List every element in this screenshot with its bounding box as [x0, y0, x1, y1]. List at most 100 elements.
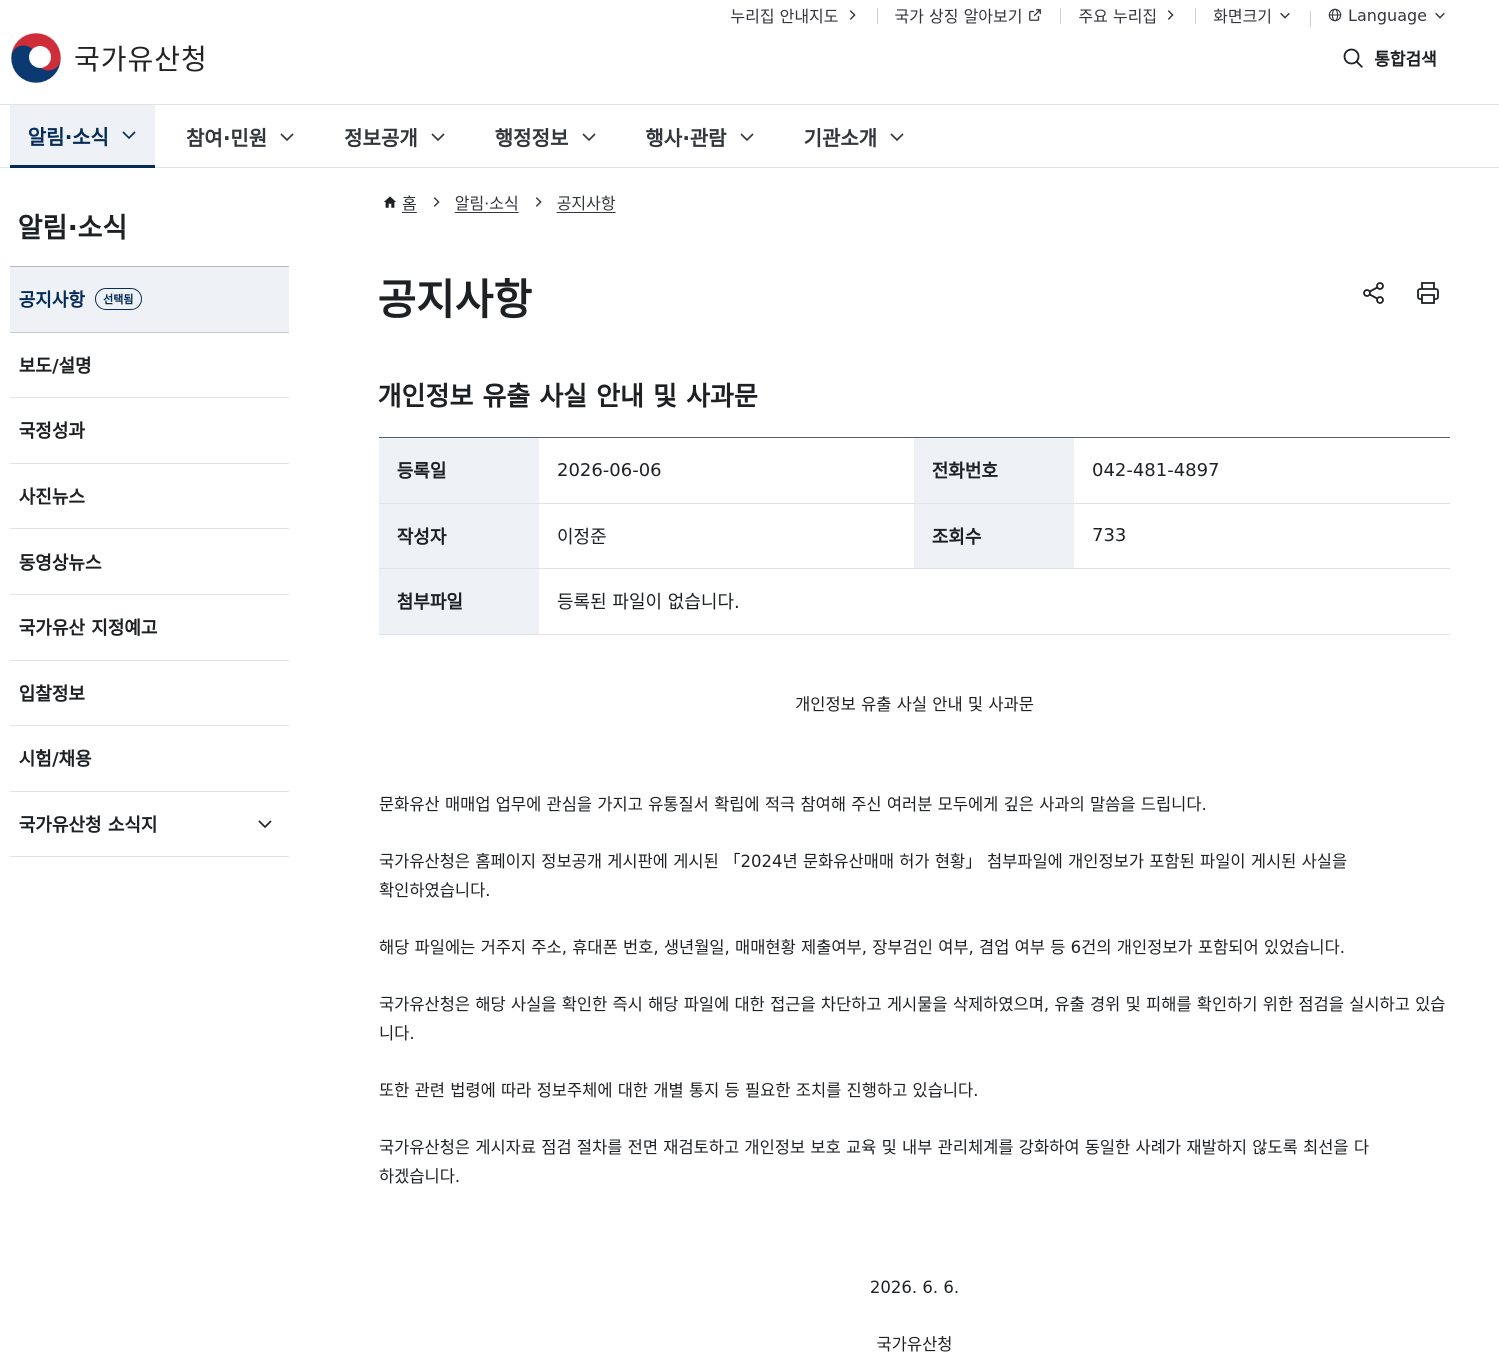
post-title: 개인정보 유출 사실 안내 및 사과문	[378, 382, 759, 412]
gnb-item-disclosure[interactable]: 정보공개	[326, 105, 464, 168]
sidebar-item-label: 국가유산 지정예고	[19, 618, 158, 640]
integrated-search-button[interactable]: 통합검색	[1342, 45, 1437, 70]
sidebar-item-label: 국가유산청 소식지	[19, 815, 158, 837]
main-sites-label: 주요 누리집	[1078, 7, 1158, 26]
content-date: 2026. 6. 6.	[869, 1278, 960, 1297]
sidebar-item-designation[interactable]: 국가유산 지정예고	[10, 595, 289, 661]
sidebar-item-newsletter[interactable]: 국가유산청 소식지	[10, 792, 289, 858]
sidebar-item-label: 보도/설명	[19, 355, 92, 377]
screen-size-dropdown[interactable]: 화면크기	[1195, 3, 1310, 27]
sidebar-item-recruitment[interactable]: 시험/채용	[10, 726, 289, 792]
guide-map-label: 누리집 안내지도	[730, 7, 839, 26]
search-icon	[1344, 48, 1364, 68]
content-paragraph: 국가유산청은 해당 사실을 확인한 즉시 해당 파일에 대한 접근을 차단하고 …	[379, 995, 1446, 1043]
main-sites-link[interactable]: 주요 누리집	[1060, 3, 1195, 27]
sidebar-item-label: 시험/채용	[19, 749, 92, 771]
globe-icon	[1328, 8, 1342, 22]
sidebar-item-photo-news[interactable]: 사진뉴스	[10, 464, 289, 530]
global-nav: 알림·소식 참여·민원 정보공개 행정정보 행사·관람 기관소개	[0, 104, 1499, 168]
gnb-label: 참여·민원	[186, 126, 268, 150]
attachment-value: 등록된 파일이 없습니다.	[557, 592, 740, 614]
chevron-down-icon	[740, 132, 754, 141]
gnb-label: 기관소개	[803, 126, 878, 150]
chevron-down-icon	[1435, 12, 1445, 19]
gnb-item-events[interactable]: 행사·관람	[628, 105, 773, 168]
author-label: 작성자	[379, 503, 539, 568]
national-symbols-link[interactable]: 국가 상징 알아보기	[876, 3, 1061, 27]
content-paragraph: 국가유산청은 홈페이지 정보공개 게시판에 게시된 「2024년 문화유산매매 …	[379, 852, 1348, 900]
sidebar-item-label: 입찰정보	[19, 683, 86, 705]
breadcrumb: 홈 알림·소식 공지사항	[383, 190, 616, 214]
chevron-right-icon	[433, 197, 440, 207]
breadcrumb-level1[interactable]: 알림·소식	[455, 190, 519, 214]
views-label: 조회수	[914, 503, 1074, 568]
sidebar-title: 알림·소식	[18, 213, 128, 244]
external-link-icon	[1029, 9, 1042, 21]
content-heading: 개인정보 유출 사실 안내 및 사과문	[795, 695, 1034, 714]
chevron-down-icon	[1280, 12, 1290, 19]
table-row: 첨부파일 등록된 파일이 없습니다.	[379, 569, 1450, 635]
share-icon[interactable]	[1361, 280, 1387, 306]
gnb-label: 정보공개	[344, 126, 419, 150]
utility-bar: 누리집 안내지도 국가 상징 알아보기 주요 누리집 화면크기 Language	[712, 0, 1447, 30]
logo-text: 국가유산청	[74, 43, 208, 76]
gnb-item-notice[interactable]: 알림·소식	[10, 105, 156, 168]
post-content: 개인정보 유출 사실 안내 및 사과문 문화유산 매매업 업무에 관심을 가지고…	[379, 690, 1450, 1358]
chevron-down-icon	[280, 132, 294, 141]
gnb-label: 행사·관람	[645, 126, 727, 150]
gnb-item-about[interactable]: 기관소개	[786, 105, 924, 168]
content-paragraph: 국가유산청은 게시자료 점검 절차를 전면 재검토하고 개인정보 보호 교육 및…	[379, 1138, 1370, 1186]
sidebar-item-bidding[interactable]: 입찰정보	[10, 661, 289, 727]
sidebar-item-label: 동영상뉴스	[19, 552, 102, 574]
date-value: 2026-06-06	[557, 459, 662, 481]
chevron-right-icon	[1167, 10, 1174, 20]
taegeuk-logo-icon	[10, 32, 62, 84]
sidebar-item-achievements[interactable]: 국정성과	[10, 398, 289, 464]
chevron-down-icon	[431, 132, 445, 141]
chevron-down-icon	[890, 132, 905, 141]
home-icon	[383, 196, 397, 208]
content-paragraph: 해당 파일에는 거주지 주소, 휴대폰 번호, 생년월일, 매매현황 제출여부,…	[379, 938, 1346, 957]
site-logo[interactable]: 국가유산청	[10, 32, 208, 84]
page-title: 공지사항	[378, 275, 533, 324]
breadcrumb-level2[interactable]: 공지사항	[557, 190, 616, 214]
chevron-down-icon	[582, 132, 596, 141]
table-row: 작성자 이정준 조회수 733	[379, 503, 1450, 569]
chevron-right-icon	[849, 10, 856, 20]
national-symbols-label: 국가 상징 알아보기	[894, 7, 1023, 26]
guide-map-link[interactable]: 누리집 안내지도	[712, 3, 876, 27]
content-org: 국가유산청	[876, 1335, 953, 1354]
print-icon[interactable]	[1415, 280, 1441, 306]
chevron-right-icon	[535, 197, 542, 207]
sidebar-item-press[interactable]: 보도/설명	[10, 333, 289, 399]
sidebar-item-video-news[interactable]: 동영상뉴스	[10, 529, 289, 595]
breadcrumb-home-link[interactable]: 홈	[402, 190, 417, 214]
gnb-label: 행정정보	[495, 126, 569, 150]
post-info-table: 등록일 2026-06-06 전화번호 042-481-4897 작성자 이정준…	[379, 437, 1450, 635]
attachment-label: 첨부파일	[379, 569, 539, 634]
breadcrumb-home[interactable]: 홈	[383, 190, 417, 214]
page-tools	[1361, 280, 1441, 306]
gnb-label: 알림·소식	[28, 124, 110, 149]
views-value: 733	[1092, 525, 1127, 547]
chevron-down-icon	[258, 820, 272, 829]
phone-value: 042-481-4897	[1092, 459, 1220, 481]
gnb-item-participation[interactable]: 참여·민원	[168, 105, 313, 168]
date-label: 등록일	[379, 438, 539, 503]
screen-size-label: 화면크기	[1213, 7, 1273, 26]
author-value: 이정준	[557, 526, 607, 548]
sidebar-item-label: 국정성과	[19, 421, 86, 443]
language-label: Language	[1348, 5, 1427, 25]
table-row: 등록일 2026-06-06 전화번호 042-481-4897	[379, 438, 1450, 504]
phone-label: 전화번호	[914, 438, 1074, 503]
sidebar-item-label: 사진뉴스	[19, 487, 86, 509]
sidebar-menu: 공지사항 선택됨 보도/설명 국정성과 사진뉴스 동영상뉴스 국가유산 지정예고…	[10, 266, 289, 858]
sidebar-item-notice[interactable]: 공지사항 선택됨	[10, 267, 289, 333]
content-paragraph: 또한 관련 법령에 따라 정보주체에 대한 개별 통지 등 필요한 조치를 진행…	[379, 1081, 979, 1100]
selected-badge: 선택됨	[95, 288, 142, 311]
sidebar-item-label: 공지사항	[19, 290, 86, 312]
search-label: 통합검색	[1374, 50, 1437, 70]
chevron-down-icon	[122, 131, 136, 140]
gnb-item-admin[interactable]: 행정정보	[477, 105, 615, 168]
language-dropdown[interactable]: Language	[1310, 5, 1447, 27]
